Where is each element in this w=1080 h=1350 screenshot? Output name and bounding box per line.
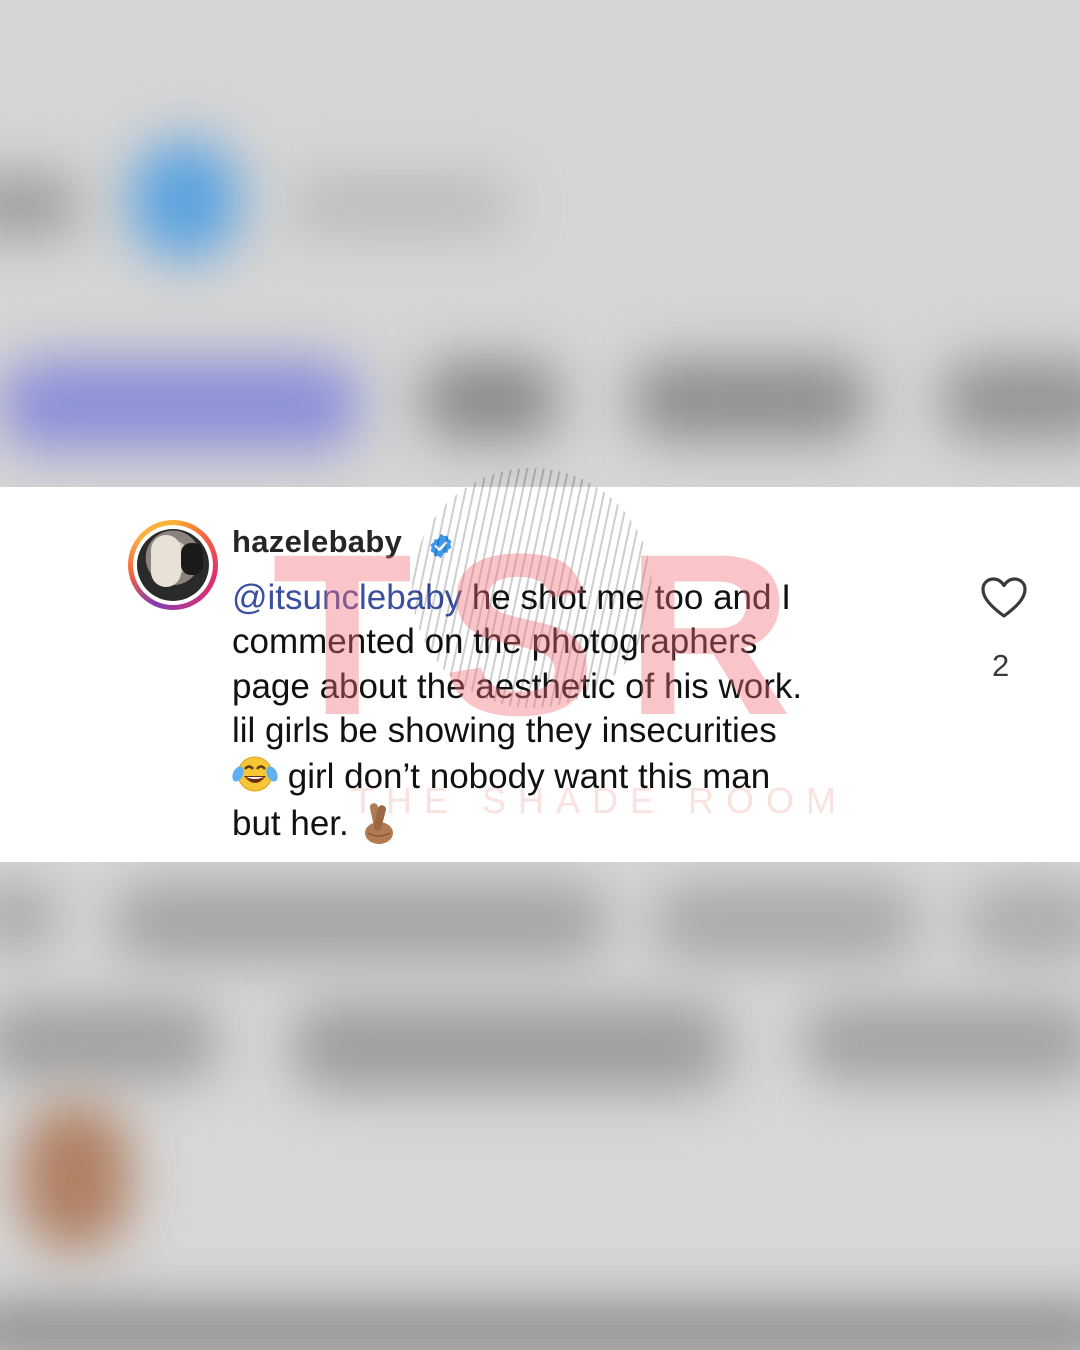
tears-of-joy-emoji xyxy=(232,756,278,792)
blurred-text xyxy=(420,360,560,440)
blurred-text xyxy=(0,882,60,952)
blurred-text xyxy=(0,175,80,235)
like-count[interactable]: 2 xyxy=(992,648,1009,684)
watermark-subtitle: THE SHADE ROOM xyxy=(352,780,849,821)
avatar-photo xyxy=(137,529,209,601)
blurred-link xyxy=(0,360,360,450)
blurred-text xyxy=(110,882,610,962)
blurred-text xyxy=(650,882,920,962)
blurred-avatar xyxy=(130,140,240,260)
heart-icon[interactable] xyxy=(980,576,1028,620)
comment-line-4: lil girls be showing they insecurities xyxy=(232,711,777,751)
blurred-emoji xyxy=(20,1102,130,1252)
blurred-text xyxy=(290,1002,730,1092)
comment-username[interactable]: hazelebaby xyxy=(232,524,402,560)
blurred-text xyxy=(630,360,870,440)
blurred-text xyxy=(800,1002,1080,1082)
blurred-text xyxy=(290,180,510,230)
blurred-text xyxy=(0,1002,220,1082)
blurred-background-top xyxy=(0,0,1080,487)
blurred-bar xyxy=(0,1302,1080,1350)
blurred-background-bottom xyxy=(0,862,1080,1350)
blurred-text xyxy=(960,882,1080,962)
watermark-lines xyxy=(412,468,652,708)
blurred-text xyxy=(940,360,1080,440)
avatar[interactable] xyxy=(128,520,218,610)
